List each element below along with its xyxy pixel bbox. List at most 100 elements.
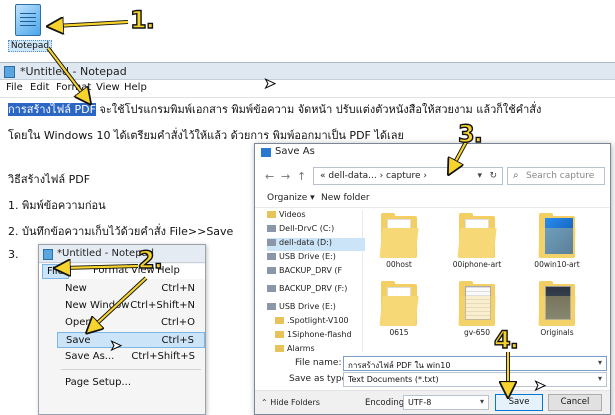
notepad-desktop-icon[interactable]: Notepad bbox=[8, 4, 52, 54]
folder-name: 0615 bbox=[389, 328, 409, 337]
text-line-5: 2. บันทึกข้อความเก็บไว้ด้วยคำสั่ง File>>… bbox=[8, 225, 234, 238]
folder-item[interactable]: 00win10-art bbox=[527, 213, 587, 284]
selected-text: การสร้างไฟล์ PDF bbox=[8, 103, 96, 116]
folder-icon bbox=[275, 317, 284, 324]
menu-item-label: Save bbox=[66, 335, 91, 346]
tree-item-spotlight[interactable]: .Spotlight-V100 bbox=[275, 316, 373, 329]
chevron-down-icon[interactable]: ▾ bbox=[598, 358, 602, 367]
menu-item-save[interactable]: Save Ctrl+S bbox=[57, 332, 205, 348]
menu-file-open[interactable]: File bbox=[42, 264, 69, 279]
notepad-title-bar: *Untitled - Notepad bbox=[0, 62, 615, 80]
dialog-title: Save As bbox=[275, 146, 315, 157]
text-line-4: 1. พิมพ์ข้อความก่อน bbox=[8, 199, 106, 212]
menu-item-shortcut: Ctrl+N bbox=[161, 283, 195, 294]
hide-folders-toggle[interactable]: ⌃ Hide Folders bbox=[261, 398, 320, 407]
file-list[interactable]: 00host 00iphone-art 00win10-art 0615 gv-… bbox=[367, 212, 601, 352]
desktop: Notepad bbox=[0, 0, 615, 60]
tree-item-dell-data[interactable]: dell-data (D:) bbox=[267, 238, 365, 251]
chevron-down-icon[interactable]: ▾ bbox=[477, 171, 482, 181]
tree-item-backup-drv[interactable]: BACKUP_DRV (F bbox=[267, 266, 365, 279]
menu-format[interactable]: Format bbox=[93, 265, 128, 276]
new-folder-button[interactable]: New folder bbox=[321, 193, 370, 203]
tree-item-iphone-flashd[interactable]: 1Siphone-flashd bbox=[275, 330, 373, 343]
tree-item-label: USB Drive (E:) bbox=[279, 252, 336, 261]
menu-item-page-setup[interactable]: Page Setup... bbox=[57, 375, 205, 391]
folder-icon bbox=[267, 211, 276, 218]
menu-item-shortcut: Ctrl+S bbox=[161, 335, 194, 346]
menu-view[interactable]: View bbox=[96, 82, 120, 93]
search-box[interactable]: ⌕ Search capture bbox=[507, 167, 605, 185]
folder-icon bbox=[379, 281, 419, 326]
hide-folders-label: Hide Folders bbox=[270, 398, 320, 407]
menu-item-label: Page Setup... bbox=[65, 377, 132, 388]
menu-item-save-as[interactable]: Save As... Ctrl+Shift+S bbox=[57, 349, 205, 365]
text-line-1-rest: จะใช้โปรแกรมพิมพ์เอกสาร พิมพ์ข้อความ จัด… bbox=[95, 103, 542, 116]
menu-item-label: Open... bbox=[65, 317, 102, 328]
menu-item-shortcut: Ctrl+Shift+S bbox=[131, 351, 195, 362]
notepad-icon-label: Notepad bbox=[8, 40, 52, 52]
text-line-6: 3. bbox=[8, 248, 19, 261]
folder-name: 00iphone-art bbox=[452, 260, 502, 269]
menu-item-new-window[interactable]: New Window Ctrl+Shift+N bbox=[57, 298, 205, 314]
notepad-window-title: *Untitled - Notepad bbox=[20, 65, 127, 78]
save-button[interactable]: Save bbox=[495, 394, 543, 411]
chevron-up-icon: ⌃ bbox=[261, 398, 271, 407]
file-name-input[interactable]: การสร้างไฟล์ PDF ใน win10 ▾ bbox=[343, 356, 607, 371]
menu-format[interactable]: Format bbox=[56, 82, 91, 93]
menu-file[interactable]: File bbox=[6, 82, 23, 93]
chevron-down-icon[interactable]: ▾ bbox=[598, 374, 602, 383]
text-line-1: การสร้างไฟล์ PDF จะใช้โปรแกรมพิมพ์เอกสาร… bbox=[8, 100, 541, 118]
notepad-menubar: File Edit Format View Help bbox=[0, 80, 615, 96]
tree-item-dell-drvc[interactable]: Dell-DrvC (C:) bbox=[267, 224, 365, 237]
folder-item[interactable]: Originals bbox=[527, 281, 587, 352]
folder-icon bbox=[275, 331, 284, 338]
folder-icon bbox=[457, 281, 497, 326]
folder-item[interactable]: 0615 bbox=[369, 281, 429, 352]
step-3-badge: 3. bbox=[457, 119, 483, 148]
tree-item-videos[interactable]: Videos bbox=[267, 210, 365, 223]
tree-item-usb-drive-root[interactable]: USB Drive (E:) bbox=[267, 302, 365, 315]
folder-name: 00host bbox=[386, 260, 412, 269]
save-type-select[interactable]: Text Documents (*.txt) ▾ bbox=[343, 372, 607, 387]
folder-item[interactable]: 00host bbox=[369, 213, 429, 284]
menu-edit[interactable]: Edit bbox=[30, 82, 49, 93]
menu-item-label: New bbox=[65, 283, 87, 294]
mouse-cursor-icon: ➤ bbox=[110, 338, 123, 355]
step-1-badge: 1. bbox=[129, 5, 155, 34]
folder-name: 00win10-art bbox=[534, 260, 580, 269]
forward-arrow-icon[interactable]: → bbox=[281, 170, 290, 183]
menu-help[interactable]: Help bbox=[124, 82, 147, 93]
menu-item-label: Save As... bbox=[65, 351, 115, 362]
text-line-3: วิธีสร้างไฟล์ PDF bbox=[8, 173, 91, 186]
tree-item-label: Dell-DrvC (C:) bbox=[279, 224, 335, 233]
tree-item-usb-drive[interactable]: USB Drive (E:) bbox=[267, 252, 365, 265]
cancel-button[interactable]: Cancel bbox=[548, 394, 602, 411]
navigation-tree[interactable]: Videos Dell-DrvC (C:) dell-data (D:) USB… bbox=[263, 210, 365, 353]
dialog-title-bar: Save As bbox=[255, 144, 610, 161]
folder-item[interactable]: 00iphone-art bbox=[447, 213, 507, 284]
tree-item-label: USB Drive (E:) bbox=[279, 302, 336, 311]
dialog-footer: ⌃ Hide Folders Encoding: UTF-8 ▾ Save Ca… bbox=[255, 390, 610, 414]
tree-item-label: dell-data (D:) bbox=[279, 238, 332, 247]
tree-item-label: .Spotlight-V100 bbox=[287, 316, 349, 325]
organize-button[interactable]: Organize ▾ bbox=[267, 193, 315, 203]
back-arrow-icon[interactable]: ← bbox=[265, 170, 274, 183]
save-as-dialog: Save As ← → ↑ « dell-data... › capture ›… bbox=[254, 143, 611, 415]
command-bar: Organize ▾ New folder bbox=[255, 190, 610, 208]
tree-item-label: Videos bbox=[279, 210, 306, 219]
address-bar[interactable]: « dell-data... › capture › ▾ ↻ bbox=[313, 167, 503, 185]
notepad-app-icon bbox=[4, 66, 15, 78]
menu-item-open[interactable]: Open... Ctrl+O bbox=[57, 315, 205, 331]
mouse-cursor-icon: ➤ bbox=[534, 378, 547, 395]
save-dialog-icon bbox=[261, 148, 271, 157]
menu-item-new[interactable]: New Ctrl+N bbox=[57, 281, 205, 297]
chevron-down-icon[interactable]: ▾ bbox=[480, 397, 484, 406]
encoding-select[interactable]: UTF-8 ▾ bbox=[403, 395, 489, 410]
save-type-row: Save as type: Text Documents (*.txt) ▾ bbox=[255, 370, 610, 390]
folder-icon bbox=[379, 213, 419, 258]
up-arrow-icon[interactable]: ↑ bbox=[297, 170, 306, 183]
tree-item-backup-drv-root[interactable]: BACKUP_DRV (F:) bbox=[267, 284, 365, 297]
refresh-icon[interactable]: ↻ bbox=[489, 171, 497, 181]
address-path: « dell-data... › capture › bbox=[320, 171, 427, 181]
step-4-badge: 4. bbox=[493, 325, 519, 354]
